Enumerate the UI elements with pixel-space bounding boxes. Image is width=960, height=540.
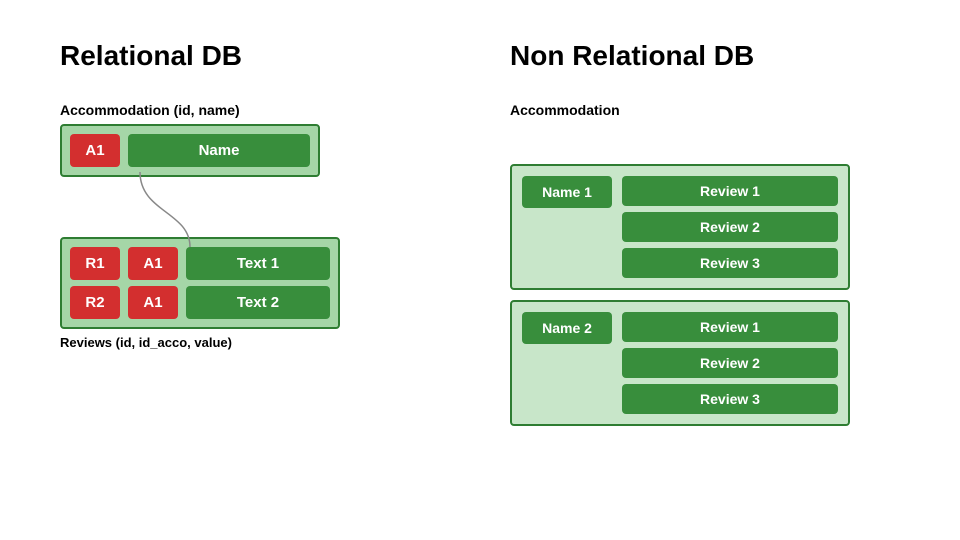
non-rel-review-2-1: Review 1 xyxy=(622,312,838,342)
non-rel-reviews-2: Review 1 Review 2 Review 3 xyxy=(622,312,838,414)
reviews-table: R1 A1 Text 1 R2 A1 Text 2 xyxy=(60,237,340,329)
non-rel-review-2-2: Review 2 xyxy=(622,348,838,378)
accommodation-name-cell: Name xyxy=(128,134,310,167)
relational-db-title: Relational DB xyxy=(60,40,242,72)
non-rel-row-1: Name 1 Review 1 Review 2 Review 3 xyxy=(522,176,838,278)
review-row-2: R2 A1 Text 2 xyxy=(70,286,330,319)
right-side: Non Relational DB Accommodation Name 1 R… xyxy=(490,20,940,520)
review-1-value: Text 1 xyxy=(186,247,330,280)
review-2-fk: A1 xyxy=(128,286,178,319)
non-rel-review-1-3: Review 3 xyxy=(622,248,838,278)
reviews-section: R1 A1 Text 1 R2 A1 Text 2 Reviews (id, i… xyxy=(60,237,340,350)
connector-line xyxy=(110,172,230,247)
non-rel-review-2-3: Review 3 xyxy=(622,384,838,414)
non-rel-group-2: Name 2 Review 1 Review 2 Review 3 xyxy=(510,300,850,426)
non-rel-accommodation-label: Accommodation xyxy=(510,102,620,118)
accommodation-label: Accommodation (id, name) xyxy=(60,102,240,118)
non-rel-name-1: Name 1 xyxy=(522,176,612,208)
main-container: Relational DB Accommodation (id, name) A… xyxy=(0,0,960,540)
review-row-1: R1 A1 Text 1 xyxy=(70,247,330,280)
non-rel-group-1: Name 1 Review 1 Review 2 Review 3 xyxy=(510,164,850,290)
review-1-id: R1 xyxy=(70,247,120,280)
reviews-label: Reviews (id, id_acco, value) xyxy=(60,335,340,350)
review-2-value: Text 2 xyxy=(186,286,330,319)
non-rel-reviews-1: Review 1 Review 2 Review 3 xyxy=(622,176,838,278)
non-relational-container: Name 1 Review 1 Review 2 Review 3 Name 2… xyxy=(510,164,850,436)
accommodation-table: A1 Name xyxy=(60,124,320,177)
review-1-fk: A1 xyxy=(128,247,178,280)
left-side: Relational DB Accommodation (id, name) A… xyxy=(20,20,490,520)
non-relational-db-title: Non Relational DB xyxy=(510,40,754,72)
accommodation-id-cell: A1 xyxy=(70,134,120,167)
non-rel-row-2: Name 2 Review 1 Review 2 Review 3 xyxy=(522,312,838,414)
review-2-id: R2 xyxy=(70,286,120,319)
non-rel-review-1-1: Review 1 xyxy=(622,176,838,206)
non-rel-review-1-2: Review 2 xyxy=(622,212,838,242)
non-rel-name-2: Name 2 xyxy=(522,312,612,344)
